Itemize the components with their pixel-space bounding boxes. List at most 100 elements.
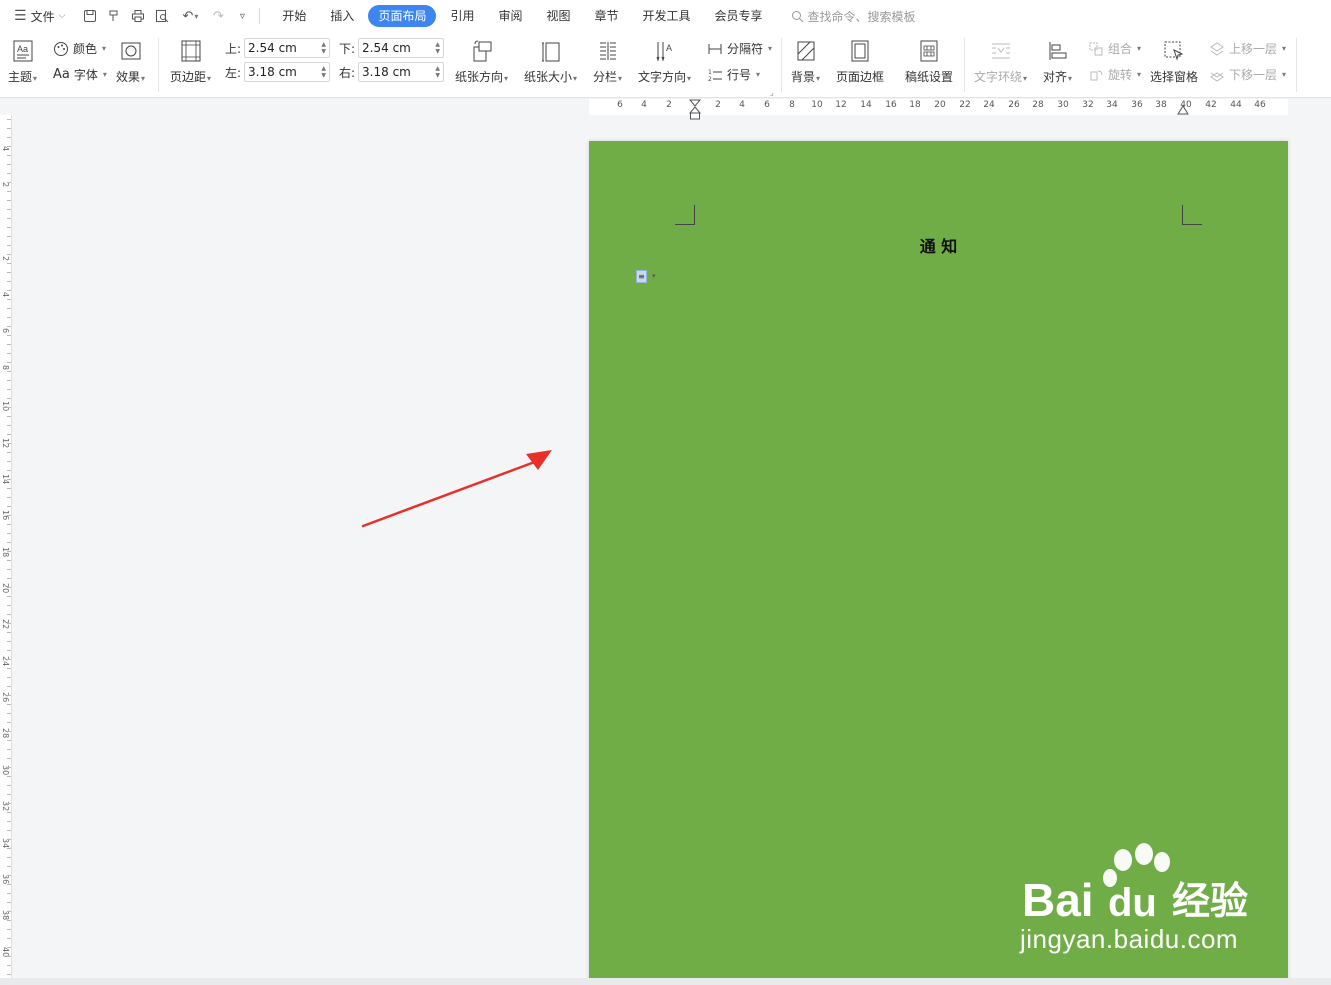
color-button[interactable]: 颜色 ▾	[53, 40, 106, 57]
ruler-minor-tick	[7, 758, 11, 759]
line-numbers-button[interactable]: 12 行号 ▾	[707, 66, 760, 83]
chevron-down-icon[interactable]: ▾	[652, 272, 656, 280]
ruler-minor-tick	[7, 623, 11, 624]
ruler-minor-tick	[7, 479, 11, 480]
red-arrow-annotation	[361, 450, 552, 528]
chevron-down-icon: ⌵	[58, 11, 66, 21]
save-icon[interactable]	[81, 7, 99, 25]
text-wrap-button[interactable]: 文字环绕▾	[974, 38, 1027, 85]
command-search[interactable]: 查找命令、搜索模板	[791, 8, 916, 25]
menu-bar: ☰ 文件 ⌵ ↶ ▾ ↷ ▿ 开始 插入 页面布局 引用 审阅 视图 章节 开发工具 会员专享	[0, 0, 1331, 32]
tab-5[interactable]: 视图	[536, 5, 580, 27]
text-direction-button[interactable]: A 文字方向▾	[638, 38, 691, 85]
margin-top-spinner[interactable]: ▲ ▼	[321, 41, 326, 55]
effect-button[interactable]: 效果▾	[116, 38, 145, 85]
page-border-button[interactable]: 页面边框	[836, 38, 884, 85]
line-numbers-icon: 12	[708, 69, 722, 83]
margin-top-input[interactable]: 2.54 cm ▲ ▼	[244, 38, 331, 58]
font-button[interactable]: Aa 字体 ▾	[53, 66, 107, 83]
ruler-minor-tick	[7, 596, 11, 597]
print-preview-icon[interactable]	[153, 7, 171, 25]
ruler-minor-tick	[7, 380, 11, 381]
tab-6[interactable]: 章节	[585, 5, 629, 27]
redo-icon[interactable]: ↷	[209, 7, 227, 25]
ruler-minor-tick	[7, 920, 11, 921]
paper-size-button[interactable]: 纸张大小▾	[524, 38, 577, 85]
margin-bottom-spinner[interactable]: ▲ ▼	[435, 41, 440, 55]
ruler-minor-tick	[7, 533, 11, 534]
selection-pane-icon	[1161, 38, 1187, 64]
margin-bottom-input[interactable]: 2.54 cm ▲ ▼	[358, 38, 445, 58]
ruler-minor-tick	[7, 785, 11, 786]
ruler-tick-label: 20	[934, 100, 946, 110]
rotate-button[interactable]: 旋转 ▾	[1088, 66, 1141, 83]
font-label: 字体	[73, 68, 98, 82]
ruler-minor-tick	[7, 218, 11, 219]
ruler-tick-label: 2	[715, 100, 721, 110]
margin-left-value: 3.18 cm	[248, 65, 297, 79]
ruler-minor-tick	[7, 569, 11, 570]
print-icon[interactable]	[129, 7, 147, 25]
ruler-minor-tick	[7, 857, 11, 858]
margin-right-input[interactable]: 3.18 cm ▲ ▼	[358, 62, 445, 82]
ruler-minor-tick	[7, 542, 11, 543]
ruler-minor-tick	[7, 560, 11, 561]
ruler-minor-tick	[7, 641, 11, 642]
ruler-minor-tick	[7, 182, 11, 183]
columns-button[interactable]: 分栏▾	[593, 38, 622, 85]
selection-pane-button[interactable]: 选择窗格	[1150, 38, 1198, 85]
tab-3[interactable]: 引用	[440, 5, 484, 27]
first-line-indent-marker[interactable]	[689, 99, 701, 121]
margin-right-spinner[interactable]: ▲ ▼	[435, 65, 440, 79]
send-backward-button[interactable]: 下移一层 ▾	[1209, 66, 1286, 83]
ruler-minor-tick	[7, 938, 11, 939]
background-button[interactable]: 背景▾	[791, 38, 820, 85]
group-icon	[1089, 42, 1103, 55]
ruler-tick-label: 24	[983, 100, 995, 110]
margin-left-input[interactable]: 3.18 cm ▲ ▼	[244, 62, 331, 82]
customize-quick-access-icon[interactable]: ▿	[233, 7, 251, 25]
tab-2[interactable]: 页面布局	[368, 5, 437, 27]
paper-size-icon	[538, 38, 564, 64]
file-menu-button[interactable]: ☰ 文件 ⌵	[10, 5, 69, 27]
vertical-ruler[interactable]: 4 2 2 4 6 8 10 12 14 16 18 20 22 24 26 28 30 32 34 36 38 40	[0, 115, 12, 985]
separator-button[interactable]: 分隔符 ▾	[707, 40, 772, 57]
tab-8[interactable]: 会员专享	[705, 5, 773, 27]
ruler-minor-tick	[7, 299, 11, 300]
horizontal-ruler[interactable]: 6 4 2 2 4 6 8 10 12 14 16 18 20 22 24 26 28 30 32 34 36 38 40 4…	[0, 99, 1331, 120]
orientation-button[interactable]: 纸张方向▾	[455, 38, 508, 85]
ruler-minor-tick	[7, 317, 11, 318]
format-painter-icon[interactable]	[105, 7, 123, 25]
tab-4[interactable]: 审阅	[488, 5, 532, 27]
tab-7[interactable]: 开发工具	[633, 5, 701, 27]
margins-label: 页边距	[170, 70, 207, 84]
align-button[interactable]: 对齐▾	[1043, 38, 1072, 85]
paragraph-layout-icon[interactable]: ≡	[636, 270, 647, 283]
margin-left-spinner[interactable]: ▲ ▼	[321, 65, 326, 79]
ruler-minor-tick	[7, 884, 11, 885]
margins-button[interactable]: 页边距▾	[170, 38, 211, 85]
ruler-minor-tick	[7, 524, 11, 525]
ruler-tick-label: 22	[959, 100, 971, 110]
manuscript-settings-button[interactable]: 稿纸设置	[905, 38, 953, 85]
undo-icon[interactable]: ↶ ▾	[177, 7, 203, 25]
tab-0[interactable]: 开始	[272, 5, 316, 27]
ruler-minor-tick	[7, 461, 11, 462]
background-label: 背景	[791, 70, 816, 84]
margin-bottom-row: 下: 2.54 cm ▲ ▼	[339, 38, 445, 58]
dialog-launcher-icon[interactable]: ⌟	[770, 88, 774, 97]
ruler-minor-tick	[7, 443, 11, 444]
ruler-minor-tick	[7, 200, 11, 201]
document-title[interactable]: 通 知	[589, 233, 1288, 257]
bring-forward-button[interactable]: 上移一层 ▾	[1209, 40, 1286, 57]
watermark-bai-text: Bai	[1022, 874, 1094, 926]
ruler-minor-tick	[7, 515, 11, 516]
right-indent-marker[interactable]	[1177, 103, 1189, 115]
ruler-tick-label: 12	[835, 100, 847, 110]
svg-text:A: A	[666, 43, 672, 53]
ruler-minor-tick	[7, 767, 11, 768]
theme-button[interactable]: Aa 主题▾	[8, 38, 37, 85]
group-button[interactable]: 组合 ▾	[1088, 40, 1141, 57]
margin-bottom-label: 下:	[339, 41, 356, 56]
tab-1[interactable]: 插入	[320, 5, 364, 27]
